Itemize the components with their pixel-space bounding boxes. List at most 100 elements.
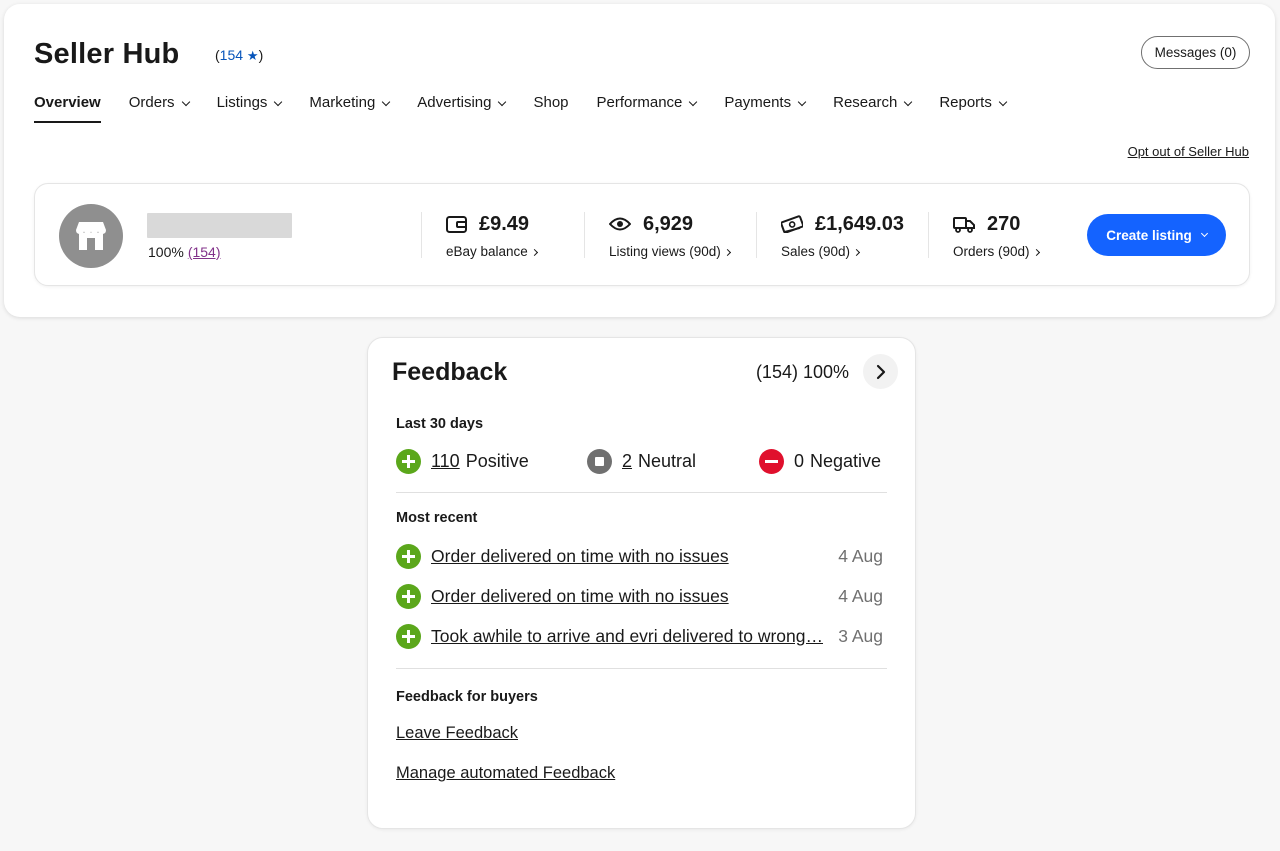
nav-advertising[interactable]: Advertising <box>417 94 507 124</box>
stat-label-text: eBay balance <box>446 244 528 259</box>
star-icon: ★ <box>246 48 259 63</box>
recent-heading: Most recent <box>396 510 478 526</box>
plus-circle-icon <box>396 623 421 649</box>
nav-label: Research <box>833 94 898 111</box>
leave-feedback-link[interactable]: Leave Feedback <box>396 724 518 743</box>
stat-value: £9.49 <box>479 212 530 235</box>
nav-label: Marketing <box>309 94 376 111</box>
nav-payments[interactable]: Payments <box>724 94 807 124</box>
nav-overview[interactable]: Overview <box>34 94 101 123</box>
create-listing-button[interactable]: Create listing <box>1087 214 1226 256</box>
seller-rating[interactable]: (154 ★) <box>215 47 263 64</box>
chevron-right-icon <box>853 248 861 257</box>
chevron-right-icon <box>1032 248 1040 257</box>
feedback-card: Feedback (154) 100% Last 30 days 110 Pos… <box>367 337 916 829</box>
recent-feedback-date: 4 Aug <box>838 545 883 566</box>
manage-automated-feedback-link[interactable]: Manage automated Feedback <box>396 764 615 783</box>
list-item: Order delivered on time with no issues 4… <box>396 543 883 569</box>
stat-link[interactable]: Listing views (90d) <box>609 244 756 259</box>
divider <box>396 668 887 669</box>
nav-listings[interactable]: Listings <box>216 94 283 124</box>
score-percent: 100% <box>148 244 184 260</box>
last30-heading: Last 30 days <box>396 416 484 432</box>
user-feedback-score: 100% (154) <box>148 244 221 260</box>
neutral-label: Neutral <box>638 451 697 471</box>
chevron-down-icon <box>274 97 283 107</box>
chevron-down-icon <box>689 97 698 107</box>
stat-value: £1,649.03 <box>815 212 904 235</box>
nav-orders[interactable]: Orders <box>128 94 190 124</box>
nav-reports[interactable]: Reports <box>939 94 1008 124</box>
create-listing-label: Create listing <box>1106 227 1192 243</box>
stat-label-text: Orders (90d) <box>953 244 1030 259</box>
stat-link[interactable]: Orders (90d) <box>953 244 1078 259</box>
nav-label: Performance <box>596 94 683 111</box>
stat-link[interactable]: Sales (90d) <box>781 244 928 259</box>
chevron-down-icon <box>382 97 391 107</box>
stat-sales: £1,649.03 Sales (90d) <box>756 212 928 259</box>
truck-icon <box>953 216 975 233</box>
nav-label: Payments <box>724 94 792 111</box>
feedback-title: Feedback <box>392 358 508 386</box>
stat-value: 270 <box>987 212 1021 235</box>
nav-research[interactable]: Research <box>833 94 913 124</box>
chevron-down-icon <box>904 97 913 107</box>
chevron-down-icon <box>181 97 190 107</box>
recent-feedback-link[interactable]: Took awhile to arrive and evri delivered… <box>431 626 826 647</box>
negative-label: Negative <box>810 451 882 471</box>
buyers-heading: Feedback for buyers <box>396 689 538 705</box>
recent-feedback-date: 3 Aug <box>838 625 883 646</box>
nav-shop[interactable]: Shop <box>533 94 568 124</box>
nav-label: Orders <box>128 94 175 111</box>
stat-ebay-balance: £9.49 eBay balance <box>421 212 586 259</box>
rating-count: 154 <box>219 47 244 63</box>
seller-hub-header-card: Seller Hub (154 ★) Messages (0) Overview… <box>4 4 1275 317</box>
neutral-circle-icon <box>587 449 612 474</box>
recent-feedback-link[interactable]: Order delivered on time with no issues <box>431 586 826 607</box>
stat-value: 6,929 <box>643 212 694 235</box>
divider <box>396 492 887 493</box>
recent-feedback-date: 4 Aug <box>838 585 883 606</box>
chevron-down-icon <box>498 97 507 107</box>
nav-marketing[interactable]: Marketing <box>309 94 391 124</box>
minus-circle-icon <box>759 449 784 474</box>
nav-performance[interactable]: Performance <box>596 94 698 124</box>
feedback-counts: 110 Positive 2 Neutral 0 Negative <box>396 449 886 475</box>
wallet-icon <box>446 216 467 233</box>
list-item: Took awhile to arrive and evri delivered… <box>396 623 883 649</box>
stat-orders: 270 Orders (90d) <box>928 212 1078 259</box>
nav-label: Shop <box>533 94 569 111</box>
recent-feedback-link[interactable]: Order delivered on time with no issues <box>431 546 826 567</box>
stat-label-text: Listing views (90d) <box>609 244 721 259</box>
plus-circle-icon <box>396 449 421 474</box>
avatar[interactable] <box>59 204 123 268</box>
positive-count: 110 Positive <box>396 449 529 474</box>
plus-circle-icon <box>396 583 421 609</box>
negative-count-value: 0 <box>794 451 805 471</box>
username-redacted <box>147 213 292 238</box>
chevron-right-icon <box>876 364 885 379</box>
chevron-right-icon <box>530 248 538 257</box>
nav-label: Advertising <box>417 94 492 111</box>
store-icon <box>76 222 106 250</box>
feedback-count-link[interactable]: (154) <box>188 244 221 260</box>
plus-circle-icon <box>396 543 421 569</box>
positive-label: Positive <box>465 451 529 471</box>
nav-label: Listings <box>216 94 268 111</box>
positive-count-link[interactable]: 110 <box>431 451 460 472</box>
chevron-down-icon <box>1200 229 1208 238</box>
stat-listing-views: 6,929 Listing views (90d) <box>584 212 756 259</box>
messages-button[interactable]: Messages (0) <box>1141 36 1250 69</box>
negative-count: 0 Negative <box>759 449 881 474</box>
rating-close: ) <box>258 47 264 63</box>
opt-out-link[interactable]: Opt out of Seller Hub <box>1128 144 1249 159</box>
feedback-open-button[interactable] <box>863 354 898 389</box>
chevron-down-icon <box>998 97 1008 107</box>
neutral-count-link[interactable]: 2 <box>622 451 632 472</box>
stat-label-text: Sales (90d) <box>781 244 851 259</box>
main-nav: Overview Orders Listings Marketing Adver… <box>34 94 1034 124</box>
stat-link[interactable]: eBay balance <box>446 244 586 259</box>
stats-card: 100% (154) £9.49 eBay balance 6,929 Listi… <box>34 183 1250 286</box>
nav-label: Reports <box>939 94 992 111</box>
nav-label: Overview <box>34 94 101 111</box>
